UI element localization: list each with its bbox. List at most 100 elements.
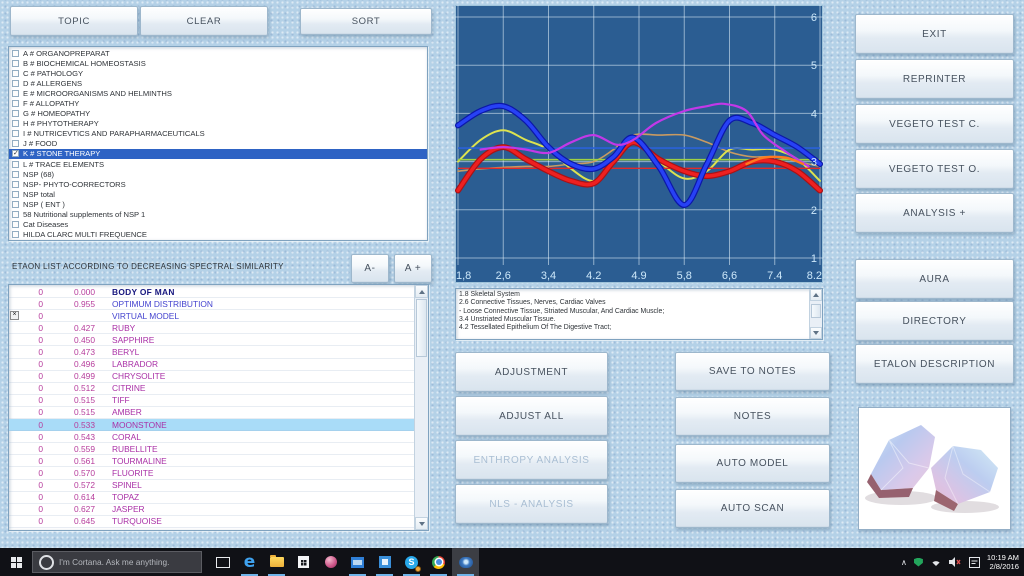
model-marker-icon[interactable]: ×	[10, 311, 19, 320]
checkbox-icon[interactable]	[12, 80, 19, 87]
checkbox-icon[interactable]	[12, 211, 19, 218]
checkbox-icon[interactable]	[12, 60, 19, 67]
category-item-c-pathology[interactable]: C # PATHOLOGY	[9, 68, 427, 78]
vegeto-test-c-button[interactable]: VEGETO TEST C.	[855, 104, 1014, 144]
etalon-row-rubellite[interactable]: 00.559RUBELLITE	[9, 443, 415, 455]
etalon-row-tiff[interactable]: 00.515TIFF	[9, 395, 415, 407]
checkbox-icon[interactable]	[12, 140, 19, 147]
etalon-row-ruby[interactable]: 00.427RUBY	[9, 322, 415, 334]
category-item-h-phytotherapy[interactable]: H # PHYTOTHERAPY	[9, 119, 427, 129]
checkbox-icon[interactable]	[12, 130, 19, 137]
etalon-listbox[interactable]: 00.000BODY OF MAN00.955OPTIMUM DISTRIBUT…	[8, 284, 429, 531]
checkbox-icon[interactable]	[12, 191, 19, 198]
checkbox-icon[interactable]	[12, 171, 19, 178]
category-item-a-organopreparat[interactable]: A # ORGANOPREPARAT	[9, 48, 427, 58]
store-icon[interactable]	[290, 548, 317, 576]
category-item-cat-diseases[interactable]: Cat Diseases	[9, 220, 427, 230]
category-listbox[interactable]: A # ORGANOPREPARATB # BIOCHEMICAL HOMEOS…	[8, 46, 428, 241]
category-item-f-allopathy[interactable]: F # ALLOPATHY	[9, 98, 427, 108]
wifi-icon[interactable]	[930, 557, 942, 567]
etalon-row-amber[interactable]: 00.515AMBER	[9, 407, 415, 419]
auto-scan-button[interactable]: AUTO SCAN	[675, 489, 830, 528]
category-item-d-allergens[interactable]: D # ALLERGENS	[9, 78, 427, 88]
etalon-row-topaz[interactable]: 00.614TOPAZ	[9, 492, 415, 504]
defender-icon[interactable]	[914, 558, 923, 567]
category-item-j-food[interactable]: J # FOOD	[9, 139, 427, 149]
chrome-icon[interactable]	[425, 548, 452, 576]
scroll-down-icon[interactable]	[810, 327, 822, 339]
app-pink-icon[interactable]	[317, 548, 344, 576]
category-item-e-microorganisms-and-helminths[interactable]: E # MICROORGANISMS AND HELMINTHS	[9, 88, 427, 98]
save-to-notes-button[interactable]: SAVE TO NOTES	[675, 352, 830, 391]
checkbox-icon[interactable]	[12, 70, 19, 77]
etalon-row-spinel[interactable]: 00.572SPINEL	[9, 480, 415, 492]
checkbox-icon[interactable]	[12, 161, 19, 168]
checkbox-icon[interactable]	[12, 150, 19, 157]
adjust-all-button[interactable]: ADJUST ALL	[455, 396, 608, 436]
etalon-description-button[interactable]: ETALON DESCRIPTION	[855, 344, 1014, 384]
action-center-icon[interactable]	[969, 557, 980, 568]
adjustment-button[interactable]: ADJUSTMENT	[455, 352, 608, 392]
mail-icon[interactable]	[344, 548, 371, 576]
aura-button[interactable]: AURA	[855, 259, 1014, 299]
category-item-i-nutricevtics-and-parapharmaceuticals[interactable]: I # NUTRICEVTICS AND PARAPHARMACEUTICALS	[9, 129, 427, 139]
legend-scrollbar[interactable]	[809, 289, 822, 339]
directory-button[interactable]: DIRECTORY	[855, 301, 1014, 341]
nls-analysis-button[interactable]: NLS - ANALYSIS	[455, 484, 608, 524]
start-button[interactable]	[0, 548, 32, 576]
category-item-58-nutritional-supplements-of-nsp-1[interactable]: 58 Nutritional supplements of NSP 1	[9, 210, 427, 220]
scroll-up-icon[interactable]	[810, 289, 822, 301]
category-item-hilda-clarc-multi-frequence[interactable]: HILDA CLARC MULTI FREQUENCE	[9, 230, 427, 240]
scrollbar-thumb[interactable]	[811, 304, 821, 318]
clear-button[interactable]: CLEAR	[140, 6, 268, 36]
notes-button[interactable]: NOTES	[675, 397, 830, 436]
file-explorer-icon[interactable]	[263, 548, 290, 576]
volume-muted-icon[interactable]	[949, 557, 962, 567]
font-smaller-button[interactable]: A-	[351, 254, 389, 283]
category-item-nsp-total[interactable]: NSP total	[9, 189, 427, 199]
category-item-nsp-ent[interactable]: NSP ( ENT )	[9, 199, 427, 209]
scrollbar-thumb[interactable]	[416, 299, 427, 357]
category-item-l-trace-elements[interactable]: L # TRACE ELEMENTS	[9, 159, 427, 169]
category-item-nsp-68[interactable]: NSP (68)	[9, 169, 427, 179]
tissue-legend-box[interactable]: 1.8 Skeletal System2.6 Connective Tissue…	[455, 288, 823, 340]
checkbox-icon[interactable]	[12, 110, 19, 117]
etalon-row-fluorite[interactable]: 00.570FLUORITE	[9, 467, 415, 479]
etalon-scrollbar[interactable]	[414, 285, 428, 530]
task-view-icon[interactable]	[209, 548, 236, 576]
etalon-row-chrysolite[interactable]: 00.499CHRYSOLITE	[9, 371, 415, 383]
checkbox-icon[interactable]	[12, 231, 19, 238]
etalon-row-jasper[interactable]: 00.627JASPER	[9, 504, 415, 516]
checkbox-icon[interactable]	[12, 181, 19, 188]
topic-button[interactable]: TOPIC	[10, 6, 138, 36]
etalon-row-coral[interactable]: 00.543CORAL	[9, 431, 415, 443]
checkbox-icon[interactable]	[12, 100, 19, 107]
tray-expand-icon[interactable]: ∧	[901, 558, 907, 567]
taskbar-clock[interactable]: 10:19 AM 2/8/2016	[987, 553, 1019, 571]
checkbox-icon[interactable]	[12, 201, 19, 208]
scroll-down-icon[interactable]	[415, 517, 428, 530]
etalon-row-tourmaline[interactable]: 00.561TOURMALINE	[9, 455, 415, 467]
etalon-row-haematite[interactable]: 00.646HAEMATITE	[9, 528, 415, 531]
auto-model-button[interactable]: AUTO MODEL	[675, 444, 830, 483]
etalon-row-moonstone[interactable]: 00.533MOONSTONE	[9, 419, 415, 431]
category-item-nsp-phyto-correctors[interactable]: NSP- PHYTO-CORRECTORS	[9, 179, 427, 189]
category-item-b-biochemical-homeostasis[interactable]: B # BIOCHEMICAL HOMEOSTASIS	[9, 58, 427, 68]
exit-button[interactable]: EXIT	[855, 14, 1014, 54]
edge-icon[interactable]: e	[236, 548, 263, 576]
etalon-row-body-of-man[interactable]: 00.000BODY OF MAN	[9, 286, 415, 298]
checkbox-icon[interactable]	[12, 90, 19, 97]
sort-button[interactable]: SORT	[300, 8, 432, 35]
etalon-row-turquoise[interactable]: 00.645TURQUOISE	[9, 516, 415, 528]
etalon-row-optimum-distribution[interactable]: 00.955OPTIMUM DISTRIBUTION	[9, 298, 415, 310]
category-item-g-homeopathy[interactable]: G # HOMEOPATHY	[9, 109, 427, 119]
reprinter-button[interactable]: REPRINTER	[855, 59, 1014, 99]
skype-icon[interactable]: S	[398, 548, 425, 576]
docs-icon[interactable]	[371, 548, 398, 576]
etalon-row-virtual-model[interactable]: ×0VIRTUAL MODEL	[9, 310, 415, 322]
font-larger-button[interactable]: A +	[394, 254, 432, 283]
vegeto-test-o-button[interactable]: VEGETO TEST O.	[855, 149, 1014, 189]
category-item-k-stone-therapy[interactable]: K # STONE THERAPY	[9, 149, 427, 159]
scroll-up-icon[interactable]	[415, 285, 428, 298]
etalon-row-beryl[interactable]: 00.473BERYL	[9, 346, 415, 358]
